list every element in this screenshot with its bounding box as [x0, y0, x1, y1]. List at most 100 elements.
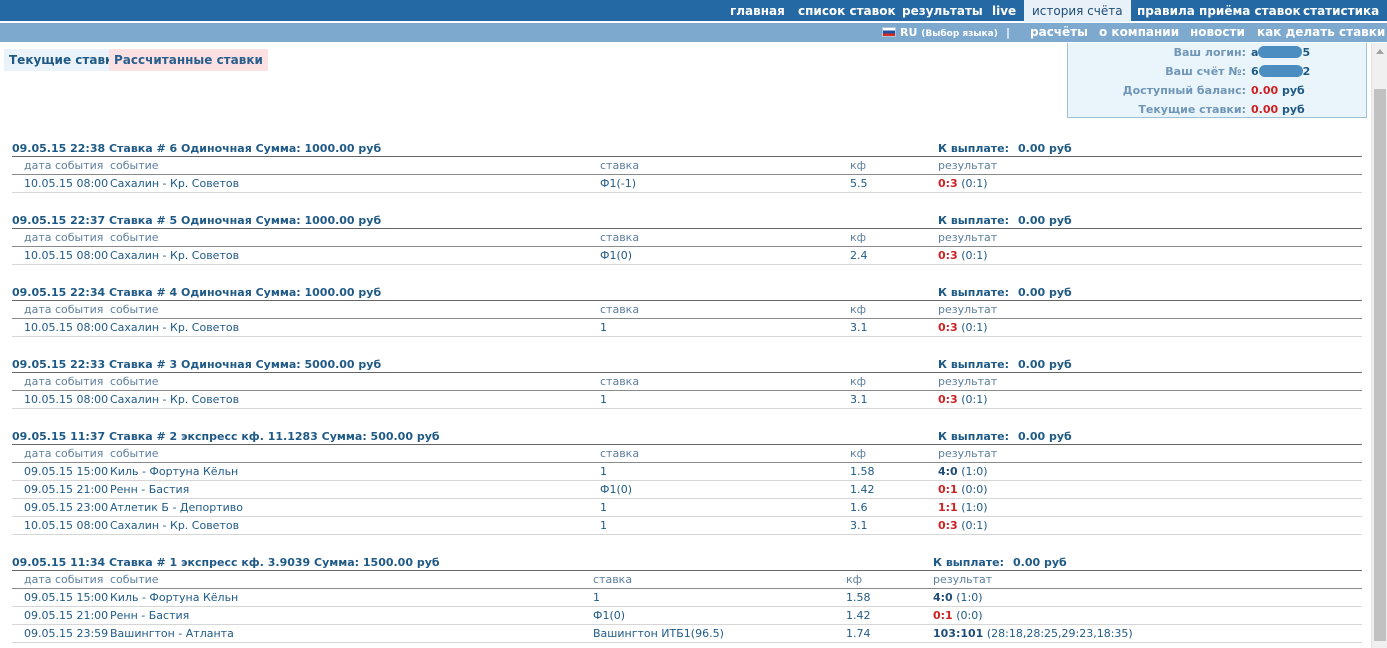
nav-bet-list[interactable]: список ставок [790, 0, 904, 22]
bet-columns-header: дата события событие ставка кф результат [12, 301, 1362, 319]
col-event: событие [110, 573, 159, 586]
col-event: событие [110, 159, 159, 172]
payout-value: 0.00 руб [1018, 286, 1072, 299]
bet-header: 09.05.15 11:37 Ставка # 2 экспресс кф. 1… [12, 430, 1362, 445]
bet-block: 09.05.15 11:37 Ставка # 2 экспресс кф. 1… [12, 430, 1362, 535]
bet-row: 10.05.15 08:00 Сахалин - Кр. Советов 1 3.1 0… [12, 391, 1362, 409]
payout-label: К выплате: [938, 286, 1010, 299]
col-event: событие [110, 375, 159, 388]
result: 0:3 (0:1) [938, 247, 988, 265]
nav-results[interactable]: результаты [894, 0, 991, 22]
bet-block: 09.05.15 22:33 Ставка # 3 Одиночная Сумм… [12, 358, 1362, 409]
payout-label: К выплате: [938, 142, 1010, 155]
nav-rules[interactable]: правила приёма ставок [1129, 0, 1309, 22]
event-date: 09.05.15 15:00 [24, 465, 109, 478]
result-detail: (0:1) [961, 519, 988, 532]
bet-row: 10.05.15 08:00 Сахалин - Кр. Советов 1 3.1 0… [12, 517, 1362, 535]
bet-title: 09.05.15 11:34 Ставка # 1 экспресс кф. 3… [12, 556, 440, 569]
col-result: результат [938, 159, 998, 172]
payout-value: 0.00 руб [1013, 556, 1067, 569]
nav-how-to-bet[interactable]: как делать ставки [1257, 23, 1385, 42]
nav-live[interactable]: live [984, 0, 1024, 22]
login-row: Ваш логин: a5 [1068, 43, 1368, 62]
event-name: Сахалин - Кр. Советов [110, 393, 240, 406]
bet-type: 1 [600, 519, 607, 532]
event-name: Сахалин - Кр. Советов [110, 249, 240, 262]
odds: 1.58 [846, 591, 871, 604]
result: 0:3 (0:1) [938, 391, 988, 409]
bet-header: 09.05.15 22:37 Ставка # 5 Одиночная Сумм… [12, 214, 1362, 229]
col-result: результат [938, 303, 998, 316]
col-kf: кф [850, 447, 867, 460]
odds: 1.42 [846, 609, 871, 622]
result: 0:1 (0:0) [938, 481, 988, 499]
event-name: Киль - Фортуна Кёльн [110, 591, 239, 604]
bet-row: 10.05.15 08:00 Сахалин - Кр. Советов Ф1(0)… [12, 247, 1362, 265]
payout-value: 0.00 руб [1018, 214, 1072, 227]
scrollbar[interactable] [1371, 43, 1387, 648]
col-result: результат [933, 573, 993, 586]
col-bet: ставка [600, 303, 640, 316]
col-date: дата события [24, 231, 104, 244]
balance-row: Доступный баланс: 0.00 руб [1068, 81, 1368, 100]
nav-settlements[interactable]: расчёты [1030, 23, 1088, 42]
result-detail: (1:0) [961, 465, 988, 478]
bet-type: 1 [593, 591, 600, 604]
result-score: 103:101 [933, 627, 984, 640]
col-date: дата события [24, 303, 104, 316]
redacted-mask [1258, 46, 1303, 58]
col-date: дата события [24, 573, 104, 586]
nav-about[interactable]: о компании [1099, 23, 1179, 42]
result-score: 0:3 [938, 519, 958, 532]
col-result: результат [938, 231, 998, 244]
bet-type: Ф1(0) [600, 483, 633, 496]
bet-block: 09.05.15 22:38 Ставка # 6 Одиночная Сумм… [12, 142, 1362, 193]
bet-row: 09.05.15 23:59 Вашингтон - Атланта Вашингт… [12, 625, 1362, 643]
scrollbar-thumb[interactable] [1374, 89, 1386, 641]
bet-type: Ф1(0) [600, 249, 633, 262]
odds: 1.58 [850, 465, 875, 478]
bet-type: Вашингтон ИТБ1(96.5) [593, 627, 724, 640]
result: 0:1 (0:0) [933, 607, 983, 625]
bet-header: 09.05.15 11:34 Ставка # 1 экспресс кф. 3… [12, 556, 1362, 571]
account-number-label: Ваш счёт №: [1165, 65, 1246, 78]
col-bet: ставка [600, 159, 640, 172]
bet-title: 09.05.15 22:33 Ставка # 3 Одиночная Сумм… [12, 358, 382, 371]
result-detail: (0:1) [961, 393, 988, 406]
bet-row: 09.05.15 15:00 Киль - Фортуна Кёльн 1 1.58 4… [12, 463, 1362, 481]
col-event: событие [110, 447, 159, 460]
payout-label: К выплате: [933, 556, 1005, 569]
result: 0:3 (0:1) [938, 319, 988, 337]
result: 0:3 (0:1) [938, 175, 988, 193]
result: 4:0 (1:0) [933, 589, 983, 607]
event-date: 09.05.15 15:00 [24, 591, 109, 604]
event-name: Киль - Фортуна Кёльн [110, 465, 239, 478]
col-date: дата события [24, 159, 104, 172]
odds: 3.1 [850, 321, 868, 334]
col-kf: кф [850, 303, 867, 316]
account-panel: Ваш логин: a5 Ваш счёт №: 62 Доступный б… [1067, 43, 1367, 118]
nav-statistics[interactable]: статистика [1295, 0, 1387, 22]
bet-header: 09.05.15 22:33 Ставка # 3 Одиночная Сумм… [12, 358, 1362, 373]
odds: 3.1 [850, 393, 868, 406]
event-name: Ренн - Бастия [110, 483, 190, 496]
event-name: Сахалин - Кр. Советов [110, 321, 240, 334]
result-score: 4:0 [938, 465, 958, 478]
result: 4:0 (1:0) [938, 463, 988, 481]
russia-flag-icon [882, 27, 896, 37]
result-score: 0:1 [933, 609, 953, 622]
event-name: Атлетик Б - Депортиво [110, 501, 243, 514]
event-name: Ренн - Бастия [110, 609, 190, 622]
col-kf: кф [846, 573, 863, 586]
col-result: результат [938, 447, 998, 460]
nav-account-history[interactable]: история счёта [1024, 0, 1131, 22]
event-date: 10.05.15 08:00 [24, 177, 109, 190]
language-selector[interactable]: RU (Выбор языка) [882, 23, 998, 42]
event-date: 09.05.15 21:00 [24, 483, 109, 496]
bet-header: 09.05.15 22:38 Ставка # 6 Одиночная Сумм… [12, 142, 1362, 157]
nav-home[interactable]: главная [722, 0, 793, 22]
result-score: 0:3 [938, 249, 958, 262]
nav-news[interactable]: новости [1190, 23, 1245, 42]
scroll-up-arrow-icon[interactable] [1372, 43, 1387, 60]
tab-settled-bets[interactable]: Рассчитанные ставки [109, 49, 268, 71]
